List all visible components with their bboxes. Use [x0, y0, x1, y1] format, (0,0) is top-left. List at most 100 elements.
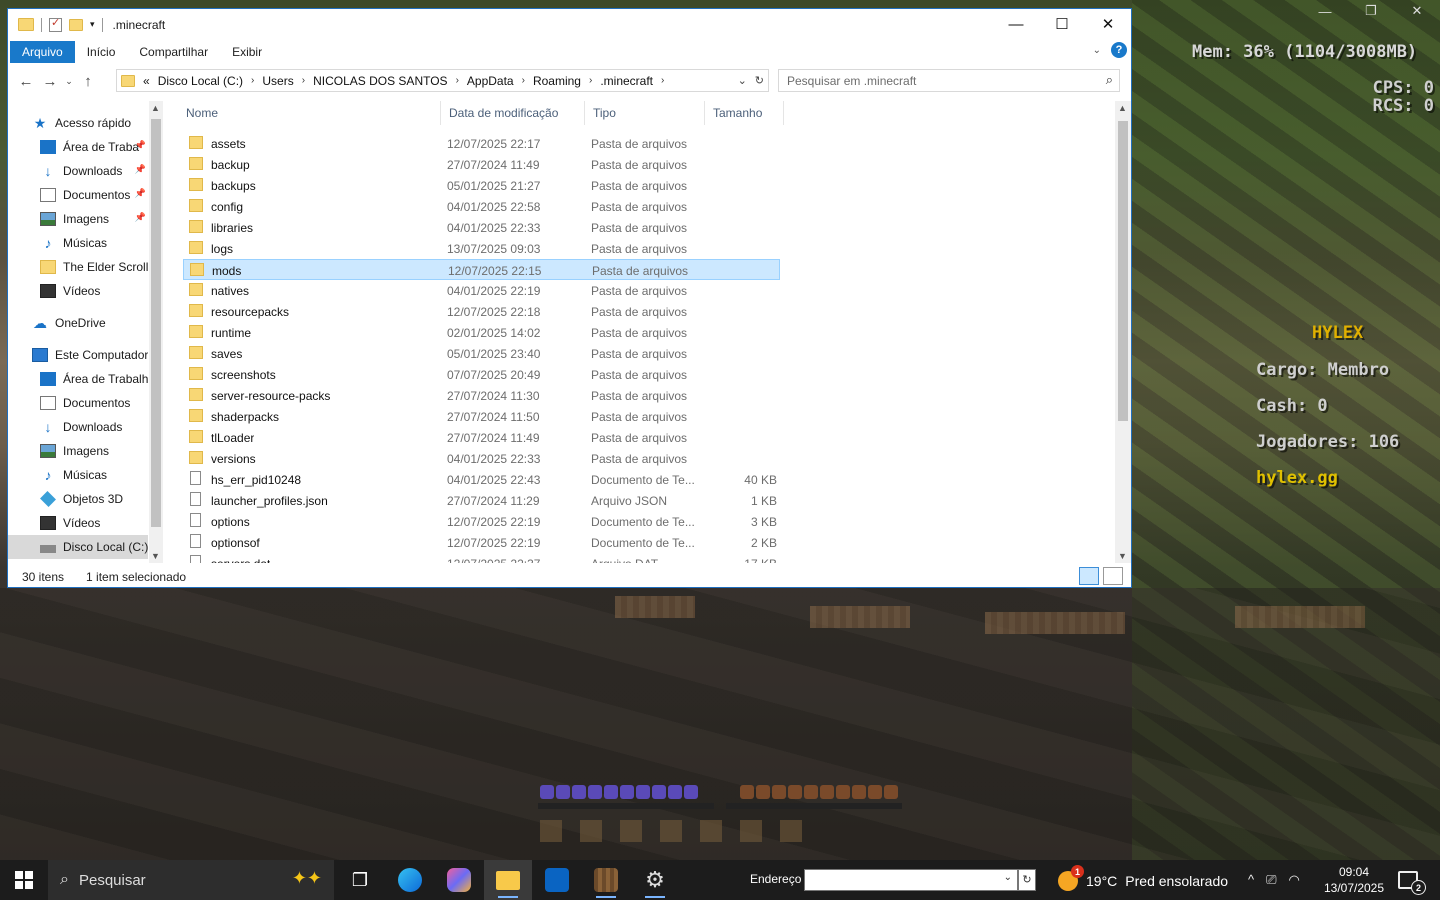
game-restore-icon[interactable]: ❐ [1348, 0, 1394, 22]
game-minimize-icon[interactable]: — [1302, 0, 1348, 22]
scroll-up-icon[interactable]: ▲ [151, 103, 160, 113]
scroll-down-icon[interactable]: ▼ [151, 551, 160, 561]
maximize-button[interactable]: ☐ [1039, 9, 1085, 39]
column-header-type[interactable]: Tipo [585, 101, 704, 125]
column-header-size[interactable]: Tamanho [705, 101, 783, 125]
nav-item[interactable]: Imagens [8, 439, 148, 463]
breadcrumb-appdata[interactable]: AppData [467, 74, 514, 88]
nav-item[interactable]: Objetos 3D [8, 487, 148, 511]
nav-item[interactable]: Área de Traba 📌 [8, 135, 148, 159]
file-row[interactable]: backup 27/07/2024 11:49 Pasta de arquivos [183, 154, 780, 175]
nav-item[interactable]: Área de Trabalho [8, 367, 148, 391]
file-row[interactable]: resourcepacks 12/07/2025 22:18 Pasta de ar… [183, 301, 780, 322]
nav-item[interactable]: The Elder Scrolls [8, 255, 148, 279]
tab-arquivo[interactable]: Arquivo [10, 41, 75, 63]
chevron-right-icon[interactable]: › [456, 75, 459, 86]
nav-item[interactable]: Vídeos [8, 279, 148, 303]
chevron-right-icon[interactable]: › [302, 75, 305, 86]
nav-item[interactable]: Imagens 📌 [8, 207, 148, 231]
new-folder-icon[interactable] [69, 18, 83, 31]
game-close-icon[interactable]: ✕ [1394, 0, 1440, 22]
nav-item[interactable]: ↓ Downloads 📌 [8, 159, 148, 183]
address-toolbar-refresh[interactable]: ↻ [1018, 869, 1036, 891]
nav-item[interactable]: ♪ Músicas [8, 463, 148, 487]
breadcrumb-roaming[interactable]: Roaming [533, 74, 581, 88]
nav-item[interactable]: Documentos [8, 391, 148, 415]
details-view-icon[interactable] [1079, 567, 1099, 585]
minimize-button[interactable]: — [993, 9, 1039, 39]
outlook-button[interactable] [533, 860, 581, 900]
address-dropdown-icon[interactable]: ⌄ [738, 74, 747, 87]
pin-icon[interactable]: 📌 [135, 164, 146, 175]
file-row[interactable]: server-resource-packs 27/07/2024 11:30 Pas… [183, 385, 780, 406]
nav-item[interactable]: Documentos 📌 [8, 183, 148, 207]
column-header-name[interactable]: Nome ^ [178, 101, 440, 125]
file-row[interactable]: tlLoader 27/07/2024 11:49 Pasta de arquivo… [183, 427, 780, 448]
scroll-down-icon[interactable]: ▼ [1118, 551, 1127, 561]
breadcrumb-minecraft[interactable]: .minecraft [600, 74, 653, 88]
forward-arrow-icon[interactable]: → [38, 73, 62, 90]
taskbar-search[interactable]: ⌕ Pesquisar ✦✦ [48, 860, 334, 900]
nav-item[interactable]: Vídeos [8, 511, 148, 535]
file-row[interactable]: optionsof 12/07/2025 22:19 Documento de Te… [183, 532, 780, 553]
file-row[interactable]: servers.dat 12/07/2025 22:37 Arquivo DAT 17… [183, 553, 780, 563]
pin-icon[interactable]: 📌 [135, 140, 146, 151]
file-row[interactable]: screenshots 07/07/2025 20:49 Pasta de arqu… [183, 364, 780, 385]
title-bar[interactable]: ▾ .minecraft — ☐ ✕ [8, 9, 1131, 40]
scroll-thumb[interactable] [1118, 121, 1128, 421]
breadcrumb-users[interactable]: Users [262, 74, 293, 88]
help-icon[interactable]: ? [1111, 42, 1127, 58]
nav-item[interactable]: ♪ Músicas [8, 231, 148, 255]
file-row[interactable]: shaderpacks 27/07/2024 11:50 Pasta de arqu… [183, 406, 780, 427]
tab-exibir[interactable]: Exibir [220, 41, 274, 63]
settings-button[interactable]: ⚙ [631, 860, 679, 900]
expand-ribbon-icon[interactable]: ⌄ [1093, 45, 1101, 56]
file-row[interactable]: hs_err_pid10248 04/01/2025 22:43 Documento… [183, 469, 780, 490]
column-divider[interactable] [783, 101, 784, 125]
minecraft-button[interactable] [582, 860, 630, 900]
file-row[interactable]: options 12/07/2025 22:19 Documento de Te..… [183, 511, 780, 532]
breadcrumb-disco-local[interactable]: Disco Local (C:) [158, 74, 243, 88]
start-button[interactable] [0, 860, 48, 900]
up-arrow-icon[interactable]: ↑ [76, 73, 100, 90]
nav-item[interactable]: ★ Acesso rápido [8, 111, 148, 135]
breadcrumb-user[interactable]: NICOLAS DOS SANTOS [313, 74, 447, 88]
chevron-right-icon[interactable]: › [589, 75, 592, 86]
file-row[interactable]: launcher_profiles.json 27/07/2024 11:29 Ar… [183, 490, 780, 511]
chevron-right-icon[interactable]: › [522, 75, 525, 86]
recent-locations-icon[interactable]: ⌄ [62, 76, 76, 87]
chevron-down-icon[interactable]: ⌄ [1004, 872, 1012, 883]
nav-item[interactable]: ☁ OneDrive [8, 311, 148, 335]
edge-button[interactable] [386, 860, 434, 900]
back-arrow-icon[interactable]: ← [14, 73, 38, 90]
nav-scrollbar[interactable]: ▲ ▼ [149, 101, 163, 563]
customize-toolbar-icon[interactable]: ▾ [90, 19, 95, 30]
pin-icon[interactable]: 📌 [135, 212, 146, 223]
file-row[interactable]: runtime 02/01/2025 14:02 Pasta de arquivos [183, 322, 780, 343]
file-row[interactable]: assets 12/07/2025 22:17 Pasta de arquivos [183, 133, 780, 154]
large-icons-view-icon[interactable] [1103, 567, 1123, 585]
file-explorer-button[interactable] [484, 860, 532, 900]
clock[interactable]: 09:04 13/07/2025 [1322, 864, 1386, 896]
nav-item[interactable]: ↓ Downloads [8, 415, 148, 439]
search-box[interactable]: Pesquisar em .minecraft ⌕ [778, 69, 1120, 92]
search-icon[interactable]: ⌕ [1106, 72, 1113, 88]
breadcrumb-overflow[interactable]: « [143, 74, 150, 88]
tab-inicio[interactable]: Início [75, 41, 128, 63]
scroll-up-icon[interactable]: ▲ [1118, 103, 1127, 113]
notification-icon[interactable]: 2 [1398, 871, 1426, 895]
properties-icon[interactable] [49, 16, 62, 32]
file-row[interactable]: logs 13/07/2025 09:03 Pasta de arquivos [183, 238, 780, 259]
column-header-date[interactable]: Data de modificação [441, 101, 584, 125]
chevron-up-icon[interactable]: ^ [1248, 872, 1254, 888]
tab-compartilhar[interactable]: Compartilhar [127, 41, 220, 63]
address-bar[interactable]: « Disco Local (C:) › Users › NICOLAS DOS… [116, 69, 769, 92]
wifi-icon[interactable]: ◠ [1289, 872, 1300, 888]
file-row[interactable]: versions 04/01/2025 22:33 Pasta de arquivo… [183, 448, 780, 469]
file-row[interactable]: natives 04/01/2025 22:19 Pasta de arquivos [183, 280, 780, 301]
task-view-button[interactable]: ❐ [336, 860, 384, 900]
camera-icon[interactable]: ⎚ [1266, 872, 1276, 888]
pin-icon[interactable]: 📌 [135, 188, 146, 199]
file-list-scrollbar[interactable]: ▲ ▼ [1115, 101, 1131, 563]
weather-widget[interactable]: 1 19°C Pred ensolarado [1058, 865, 1228, 891]
